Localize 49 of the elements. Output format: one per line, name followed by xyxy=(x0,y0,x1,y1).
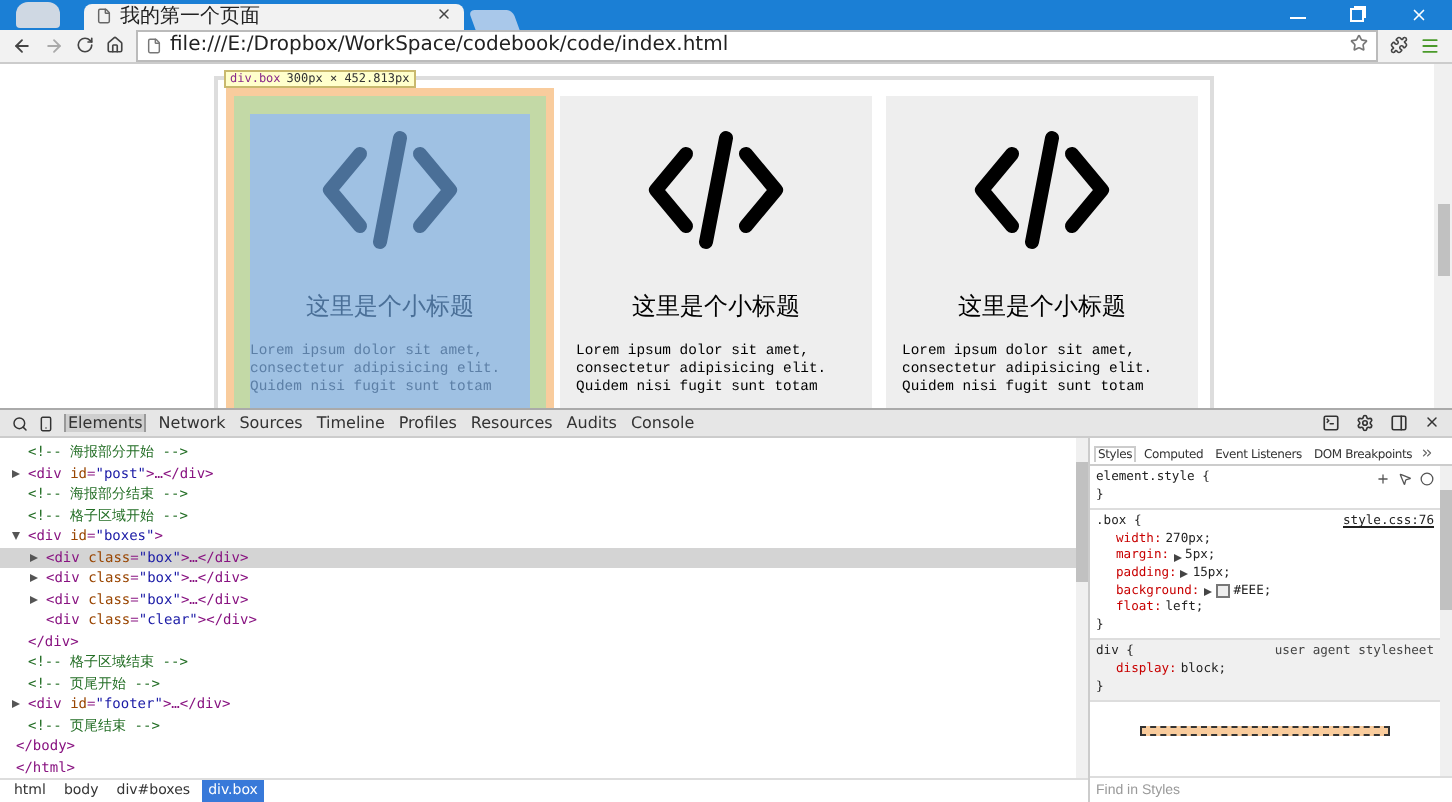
close-icon[interactable] xyxy=(1424,414,1440,430)
box-title: 这里是个小标题 xyxy=(632,290,800,325)
url-text: file:///E:/Dropbox/WorkSpace/codebook/code/index.html xyxy=(170,34,729,57)
device-icon[interactable] xyxy=(38,415,54,431)
reload-icon[interactable] xyxy=(76,36,94,55)
collapsed-triangle-icon[interactable] xyxy=(12,469,20,478)
address-field[interactable]: file:///E:/Dropbox/WorkSpace/codebook/code/index.html xyxy=(136,29,1378,62)
home-icon[interactable] xyxy=(106,36,124,55)
devtools-tab[interactable]: Profiles xyxy=(396,414,459,432)
close-icon[interactable] xyxy=(436,5,452,22)
search-icon[interactable] xyxy=(12,415,28,431)
collapsed-triangle-icon[interactable] xyxy=(30,595,38,604)
back-icon[interactable] xyxy=(12,35,32,56)
collapsed-triangle-icon[interactable] xyxy=(30,553,38,562)
devtools-tab[interactable]: Timeline xyxy=(314,414,387,432)
console-drawer-icon[interactable] xyxy=(1322,414,1340,432)
restore-icon[interactable] xyxy=(1350,5,1366,22)
box-title: 这里是个小标题 xyxy=(306,290,474,325)
tab-title: 我的第一个页面 xyxy=(120,3,260,31)
code-icon xyxy=(972,130,1112,251)
star-icon[interactable] xyxy=(1350,33,1368,52)
devtools-tab[interactable]: Audits xyxy=(564,414,619,432)
scrollbar[interactable] xyxy=(1076,438,1088,778)
devtools-tab[interactable]: Elements xyxy=(64,414,147,432)
scrollbar[interactable] xyxy=(1434,64,1452,408)
browser-logo-icon xyxy=(16,1,60,28)
settings-icon[interactable] xyxy=(1356,414,1374,432)
collapsed-triangle-icon[interactable] xyxy=(30,574,38,583)
page-icon[interactable] xyxy=(146,37,162,54)
collapsed-triangle-icon[interactable] xyxy=(12,700,20,709)
box-title: 这里是个小标题 xyxy=(958,290,1126,325)
browser-tab[interactable]: 我的第一个页面 xyxy=(84,3,464,30)
scrollbar[interactable] xyxy=(1440,466,1452,776)
code-icon xyxy=(646,130,786,251)
expanded-triangle-icon[interactable] xyxy=(12,532,20,541)
page-icon[interactable] xyxy=(96,8,112,25)
devtools-tab[interactable]: Sources xyxy=(237,414,305,432)
color-swatch-icon[interactable] xyxy=(1215,584,1230,599)
add-rule-icon[interactable] xyxy=(1376,471,1390,486)
dock-icon[interactable] xyxy=(1390,414,1408,432)
extension-icon[interactable] xyxy=(1390,36,1408,55)
devtools-tab[interactable]: Network xyxy=(156,414,228,432)
code-icon xyxy=(320,130,460,251)
devtools-tab[interactable]: Resources xyxy=(468,414,555,432)
circle-icon[interactable] xyxy=(1420,471,1434,486)
more-tabs-icon[interactable] xyxy=(1420,446,1435,460)
devtools-tab[interactable]: Console xyxy=(628,414,697,432)
element-state-icon[interactable] xyxy=(1398,471,1412,486)
menu-icon[interactable] xyxy=(1420,35,1440,56)
